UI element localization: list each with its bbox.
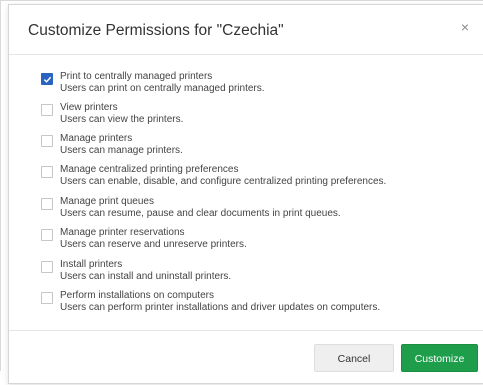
permission-item: Manage printer reservations Users can re… [41, 227, 471, 257]
permission-name: Manage printer reservations [60, 227, 185, 238]
permission-name: Manage centralized printing preferences [60, 164, 239, 175]
cancel-button[interactable]: Cancel [314, 344, 394, 372]
dialog-title: Customize Permissions for "Czechia" [28, 22, 284, 39]
permission-item: Install printers Users can install and u… [41, 259, 471, 289]
permission-checkbox-install-printers[interactable] [41, 261, 53, 273]
permission-name: Print to centrally managed printers [60, 71, 213, 82]
permission-description: Users can print on centrally managed pri… [60, 83, 265, 94]
dialog-header: Customize Permissions for "Czechia" × [9, 5, 483, 55]
permission-description: Users can install and uninstall printers… [60, 271, 232, 282]
permission-item: Perform installations on computers Users… [41, 290, 471, 320]
permission-description: Users can manage printers. [60, 145, 183, 156]
permission-item: Manage centralized printing preferences … [41, 164, 471, 194]
backdrop-left-edge [0, 0, 1, 371]
permission-checkbox-manage-printer-reservations[interactable] [41, 229, 53, 241]
permission-description: Users can view the printers. [60, 114, 184, 125]
permission-item: Manage print queues Users can resume, pa… [41, 196, 471, 226]
permission-checkbox-manage-centralized-printing-preferences[interactable] [41, 166, 53, 178]
permission-name: Manage print queues [60, 196, 154, 207]
permission-description: Users can resume, pause and clear docume… [60, 208, 341, 219]
permission-description: Users can perform printer installations … [60, 302, 381, 313]
backdrop-top-edge [0, 0, 483, 1]
permission-name: Perform installations on computers [60, 290, 214, 301]
permission-name: Manage printers [60, 133, 133, 144]
permission-item: View printers Users can view the printer… [41, 102, 471, 132]
permission-description: Users can enable, disable, and configure… [60, 176, 387, 187]
permission-item: Print to centrally managed printers User… [41, 71, 471, 101]
customize-button[interactable]: Customize [401, 344, 478, 372]
permission-description: Users can reserve and unreserve printers… [60, 239, 247, 250]
permission-checkbox-manage-print-queues[interactable] [41, 198, 53, 210]
customize-permissions-dialog: Customize Permissions for "Czechia" × Pr… [8, 4, 483, 384]
checkmark-icon [43, 76, 52, 83]
permission-checkbox-view-printers[interactable] [41, 104, 53, 116]
permission-checkbox-print-to-centrally-managed[interactable] [41, 73, 53, 85]
dialog-footer: Cancel Customize [9, 330, 483, 385]
close-icon[interactable]: × [458, 19, 472, 35]
permission-name: Install printers [60, 259, 123, 270]
permission-checkbox-perform-installations-on-computers[interactable] [41, 292, 53, 304]
permission-checkbox-manage-printers[interactable] [41, 135, 53, 147]
permission-name: View printers [60, 102, 118, 113]
permission-item: Manage printers Users can manage printer… [41, 133, 471, 163]
